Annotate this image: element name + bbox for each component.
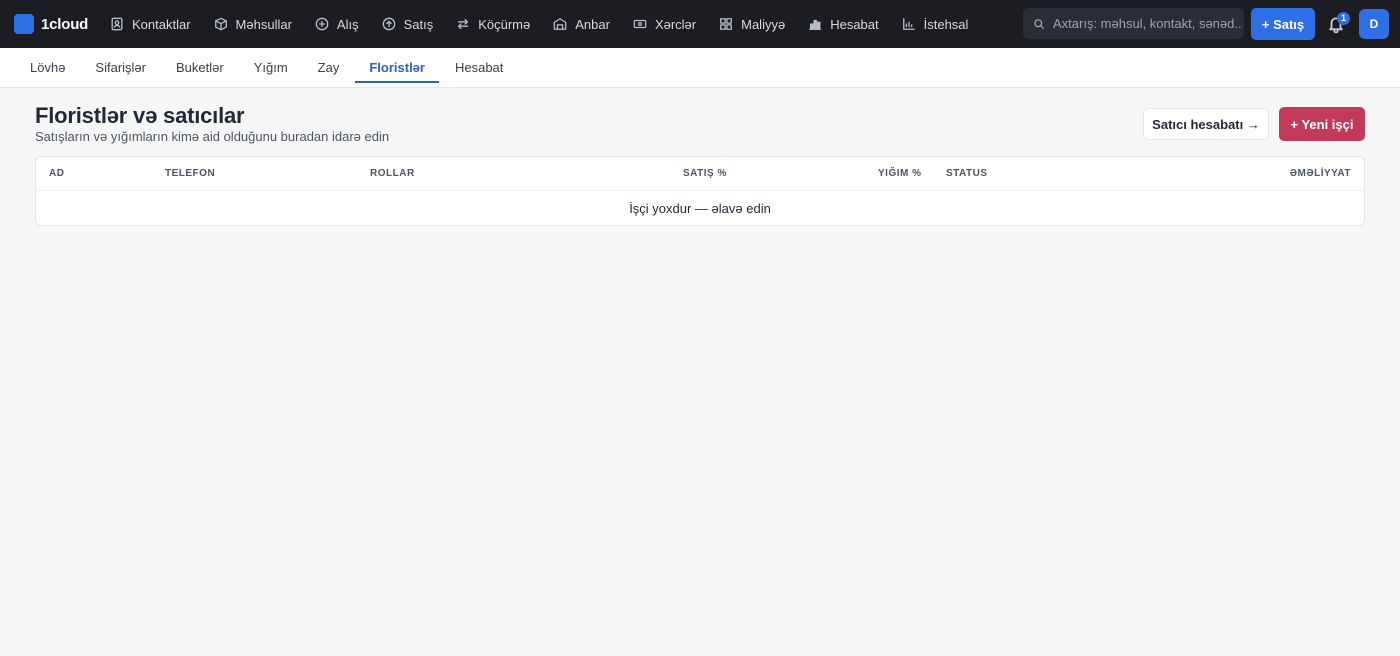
nav-item-label: Hesabat — [830, 16, 879, 32]
nav-item-xercler[interactable]: Xərclər — [621, 0, 707, 48]
column-header-phone[interactable]: TELEFON — [165, 168, 215, 179]
nav-item-label: Maliyyə — [741, 16, 786, 32]
brand-name: 1cloud — [41, 15, 89, 33]
tab-sifarisler[interactable]: Sifarişlər — [81, 48, 160, 87]
nav-item-label: Məhsullar — [235, 16, 292, 32]
column-header-status[interactable]: STATUS — [946, 168, 988, 179]
top-navbar: 1cloud Kontaktlar Məhsullar Alış Satış K… — [0, 0, 1400, 48]
brand[interactable]: 1cloud — [0, 0, 98, 48]
grid-icon — [720, 18, 733, 30]
new-employee-button[interactable]: + Yeni işçi — [1279, 107, 1365, 141]
nav-item-more[interactable] — [979, 0, 999, 48]
empty-state-message: İşçi yoxdur — əlavə edin — [629, 201, 771, 216]
box-icon — [214, 17, 227, 31]
page-title: Floristlər və satıcılar — [35, 103, 245, 128]
nav-item-alis[interactable]: Alış — [303, 0, 370, 48]
notification-count-badge: 1 — [1337, 12, 1350, 25]
main-nav: Kontaktlar Məhsullar Alış Satış Köçürmə … — [98, 0, 999, 48]
sub-navigation: Lövhə Sifarişlər Buketlər Yığım Zay Flor… — [0, 48, 1400, 88]
banknote-icon — [633, 19, 647, 29]
employees-table: AD TELEFON ROLLAR SATIŞ % YIĞIM % STATUS… — [35, 156, 1365, 226]
warehouse-icon — [553, 18, 567, 30]
nav-item-kontaktlar[interactable]: Kontaktlar — [98, 0, 202, 48]
nav-item-maliyye[interactable]: Maliyyə — [707, 0, 796, 48]
tab-floristler[interactable]: Floristlər — [355, 48, 439, 87]
nav-item-hesabat[interactable]: Hesabat — [796, 0, 889, 48]
tab-buketler[interactable]: Buketlər — [162, 48, 238, 87]
search-input[interactable] — [1053, 16, 1241, 31]
column-header-sales-percent[interactable]: SATIŞ % — [683, 168, 727, 179]
factory-chart-icon — [902, 18, 915, 30]
plus-circle-icon — [315, 17, 329, 31]
new-sale-button[interactable]: + Satış — [1251, 8, 1315, 40]
nav-item-label: Anbar — [575, 16, 610, 32]
column-header-assembly-percent[interactable]: YIĞIM % — [878, 168, 922, 179]
nav-item-label: Kontaktlar — [132, 16, 191, 32]
nav-item-label: Satış — [403, 16, 434, 32]
nav-item-istehsal[interactable]: İstehsal — [890, 0, 980, 48]
arrow-circle-icon — [382, 17, 395, 31]
search-box[interactable] — [1023, 8, 1244, 39]
nav-item-satis[interactable]: Satış — [370, 0, 445, 48]
search-icon — [1034, 18, 1044, 29]
seller-report-button[interactable]: Satıcı hesabatı → — [1143, 108, 1269, 140]
column-header-roles[interactable]: ROLLAR — [370, 168, 415, 179]
bar-chart-icon — [809, 19, 822, 30]
user-avatar[interactable]: D — [1359, 9, 1389, 39]
column-header-name[interactable]: AD — [49, 168, 64, 179]
contacts-icon — [111, 17, 123, 31]
transfer-icon — [458, 18, 469, 30]
nav-item-label: Köçürmə — [478, 16, 531, 32]
page-subtitle: Satışların və yığımların kimə aid olduğu… — [35, 129, 390, 144]
table-header: AD TELEFON ROLLAR SATIŞ % YIĞIM % STATUS… — [36, 157, 1364, 191]
nav-item-label: Xərclər — [654, 16, 697, 32]
tab-zay[interactable]: Zay — [304, 48, 354, 87]
tab-lovhe[interactable]: Lövhə — [16, 48, 79, 87]
nav-item-kocurme[interactable]: Köçürmə — [444, 0, 541, 48]
column-header-actions: ƏMƏLİYYAT — [1289, 168, 1351, 179]
nav-item-mehsullar[interactable]: Məhsullar — [202, 0, 303, 48]
tab-hesabat[interactable]: Hesabat — [441, 48, 517, 87]
logo-icon — [14, 14, 34, 34]
tab-yigim[interactable]: Yığım — [240, 48, 302, 87]
nav-item-label: Alış — [336, 16, 359, 32]
nav-item-label: İstehsal — [923, 16, 969, 32]
nav-item-anbar[interactable]: Anbar — [541, 0, 621, 48]
notifications-button[interactable]: 1 — [1325, 12, 1350, 36]
